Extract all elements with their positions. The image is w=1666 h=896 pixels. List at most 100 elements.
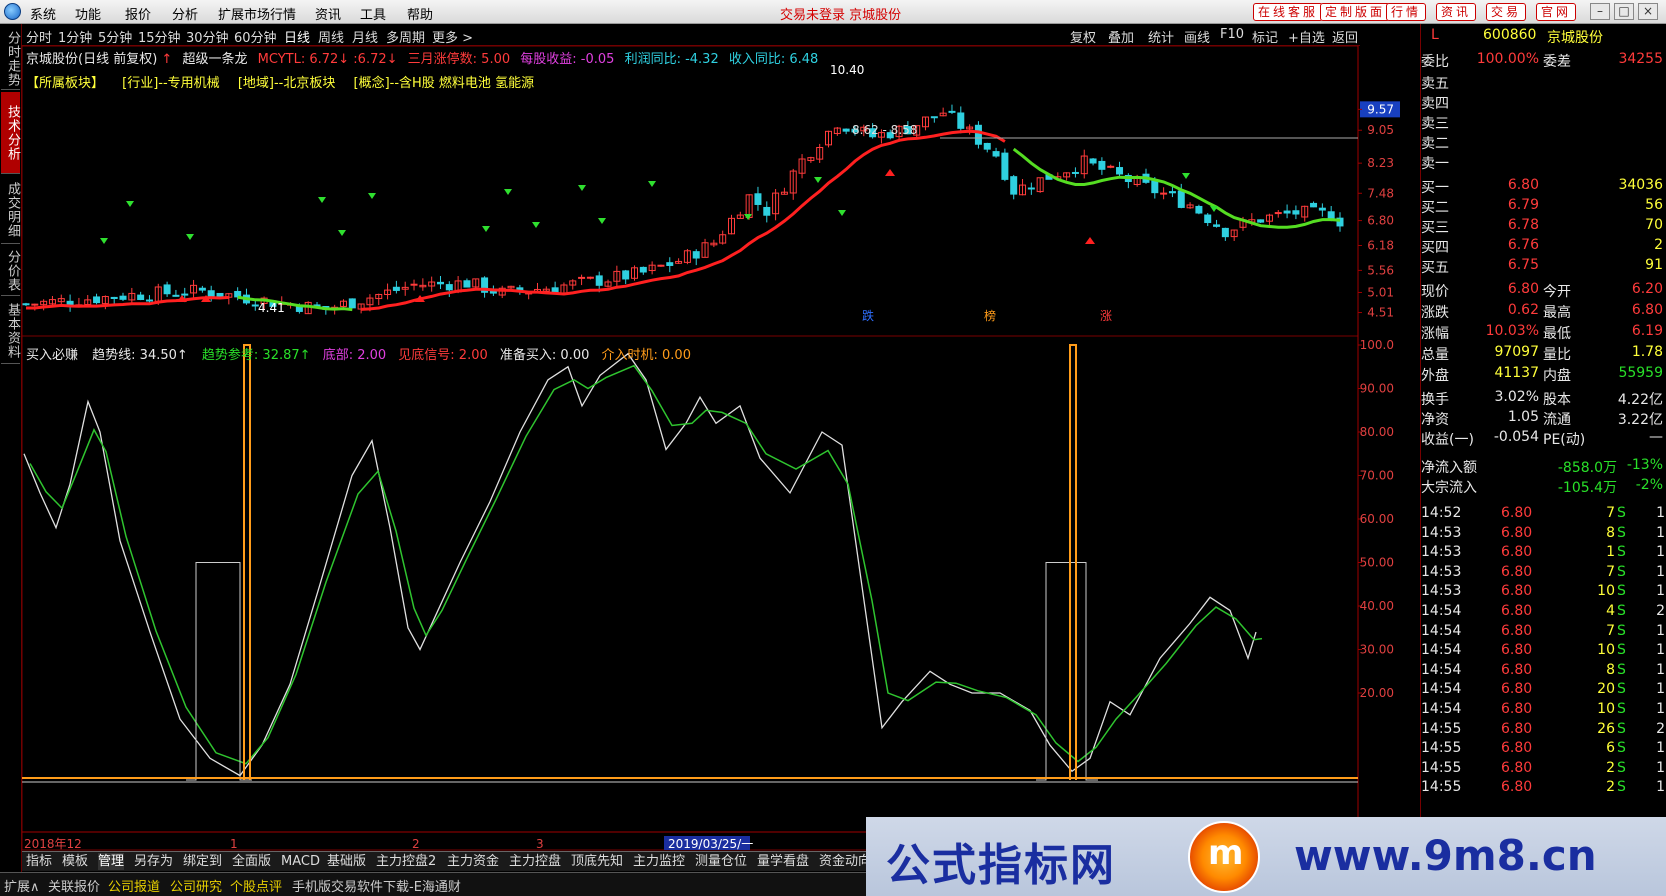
indicator-tab-14[interactable]: 量学看盘 [757, 853, 809, 870]
buy-level-volume: 2 [1654, 237, 1663, 253]
banner-title: 公式指标网 [886, 840, 1116, 891]
candle-body [1010, 176, 1018, 195]
indicator-tab-15[interactable]: 资金动向 [819, 853, 871, 870]
candle-body [1318, 207, 1326, 211]
indicator-tab-13[interactable]: 测量仓位 [695, 853, 747, 870]
tick-row: 14:55 6.80 2 S 1 [1421, 759, 1666, 779]
low-annotation: 4.41 [258, 301, 285, 315]
kline-chart[interactable]: 9.57 9.05 8.23 7.48 6.80 6.18 5.56 5.01 4.51 10.4… [0, 0, 1420, 851]
tick-row: 14:53 6.80 1 S 1 [1421, 543, 1666, 563]
stat-label: 涨幅 [1421, 326, 1449, 342]
trend-line-value: 趋势线: 34.50↑ [92, 348, 188, 363]
sell-signal-arrow [504, 189, 512, 195]
sell-level-row: 卖五 [1421, 72, 1666, 92]
tick-side: S [1617, 524, 1626, 541]
indicator-tab-12[interactable]: 主力监控 [633, 853, 685, 870]
tick-time: 14:52 [1421, 505, 1462, 521]
indicator-tab-5[interactable]: 全面版 [232, 853, 271, 870]
stat-value: 41137 [1494, 365, 1539, 381]
candle-body [110, 296, 118, 300]
weicha-label: 委差 [1543, 54, 1571, 70]
candle-body [348, 298, 356, 309]
buy-level-row[interactable]: 买三 6.78 70 [1421, 216, 1666, 236]
status-item-3[interactable]: 公司研究 [170, 876, 222, 895]
ma-line-red [26, 129, 1006, 311]
candle-body [1310, 202, 1318, 208]
tick-volume: 10 [1597, 701, 1615, 717]
indicator-tab-3[interactable]: 另存为 [134, 853, 173, 870]
fund-flow-row: 大宗流入 -105.4万 -2% [1421, 476, 1666, 496]
stat-label: 内盘 [1543, 368, 1571, 384]
event-flag[interactable]: 涨 [1100, 308, 1112, 323]
price-axis-label: 6.18 [1367, 238, 1394, 252]
event-flag[interactable]: 榜 [984, 308, 996, 323]
flow-label: 净流入额 [1421, 460, 1477, 476]
maximize-icon[interactable]: □ [1614, 3, 1634, 20]
candle-body [1221, 227, 1229, 238]
tick-volume: 8 [1606, 524, 1615, 541]
bottom-zone-box [1036, 562, 1098, 781]
indicator-tab-4[interactable]: 绑定到 [183, 853, 222, 870]
date-axis-label: 3 [536, 837, 544, 851]
sub-indicator-name[interactable]: 买入必赚 [26, 348, 78, 363]
indicator-tab-0[interactable]: 指标 [26, 853, 52, 870]
status-item-5[interactable]: 手机版交易软件下载-E海通财 [292, 876, 461, 895]
price-axis-label: 5.56 [1367, 263, 1394, 277]
indicator-tab-1[interactable]: 模板 [62, 853, 88, 870]
status-item-0[interactable]: 扩展∧ [4, 876, 40, 895]
candle-body [578, 276, 586, 279]
indicator-tab-8[interactable]: 主力控盘2 [376, 853, 436, 870]
sell-signal-arrow [368, 193, 376, 199]
buy-level-row[interactable]: 买五 6.75 91 [1421, 256, 1666, 276]
event-flag[interactable]: 跌 [862, 308, 874, 323]
tick-volume: 10 [1597, 642, 1615, 659]
tick-time: 14:55 [1421, 759, 1462, 776]
stat-row: 涨跌 0.62 最高 6.80 [1421, 301, 1666, 321]
indicator-tab-2[interactable]: 管理 [98, 853, 125, 870]
candle-body [207, 290, 215, 297]
tick-side: S [1617, 603, 1626, 619]
candle-body [957, 112, 965, 129]
weicha-value: 34255 [1618, 51, 1663, 67]
indicator-tabs: 指标 模板 管理 另存为 绑定到 全面版 MACD 基础版 主力控盘2 主力资金 主力控盘 顶底先知主… [22, 851, 871, 871]
tick-time: 14:53 [1421, 544, 1462, 561]
price-axis-label: 4.51 [1367, 306, 1394, 320]
indicator-tab-10[interactable]: 主力控盘 [509, 853, 561, 870]
indicator-tab-11[interactable]: 顶底先知 [571, 853, 623, 870]
indicator-tab-7[interactable]: 基础版 [327, 853, 366, 870]
candle-body [1274, 212, 1282, 215]
candle-body [1071, 171, 1079, 174]
close-icon[interactable]: × [1638, 3, 1658, 20]
tick-row: 14:53 6.80 8 S 1 [1421, 524, 1666, 544]
tick-count: 1 [1656, 681, 1665, 698]
candle-body [181, 293, 189, 296]
news-button[interactable]: 资讯 [1436, 3, 1477, 21]
candle-body [145, 299, 153, 302]
tick-price: 6.80 [1501, 701, 1533, 717]
status-item-2[interactable]: 公司报道 [108, 876, 160, 895]
stat-row: 净资 1.05 流通 3.22亿 [1421, 408, 1666, 428]
status-item-4[interactable]: 个股点评 [230, 876, 282, 895]
sub-chart-header: 买入必赚 趋势线: 34.50↑ 趋势参考: 32.87↑ 底部: 2.00 见… [26, 344, 691, 363]
buy-level-row[interactable]: 买二 6.79 56 [1421, 196, 1666, 216]
stat-row: 外盘 41137 内盘 55959 [1421, 364, 1666, 384]
minimize-icon[interactable]: – [1590, 3, 1610, 20]
stat-value: 6.19 [1631, 323, 1663, 339]
candle-body [445, 284, 453, 291]
high-annotation: 10.40 [830, 63, 864, 77]
candle-body [639, 266, 647, 273]
trade-button[interactable]: 交易 [1486, 3, 1527, 21]
official-site-button[interactable]: 官网 [1536, 3, 1577, 21]
status-item-1[interactable]: 关联报价 [48, 876, 100, 895]
indicator-tab-9[interactable]: 主力资金 [447, 853, 499, 870]
stat-value: — [1649, 429, 1663, 445]
buy-level-row[interactable]: 买四 6.76 2 [1421, 236, 1666, 256]
buy-level-row[interactable]: 买一 6.80 34036 [1421, 176, 1666, 196]
stat-label: 最低 [1543, 326, 1571, 342]
buy-level-volume: 70 [1645, 217, 1663, 233]
sell-level-row: 卖三 [1421, 112, 1666, 132]
candle-body [163, 284, 171, 295]
tick-time: 14:54 [1421, 622, 1462, 639]
tick-volume: 2 [1606, 779, 1615, 796]
indicator-tab-6[interactable]: MACD [281, 853, 320, 870]
